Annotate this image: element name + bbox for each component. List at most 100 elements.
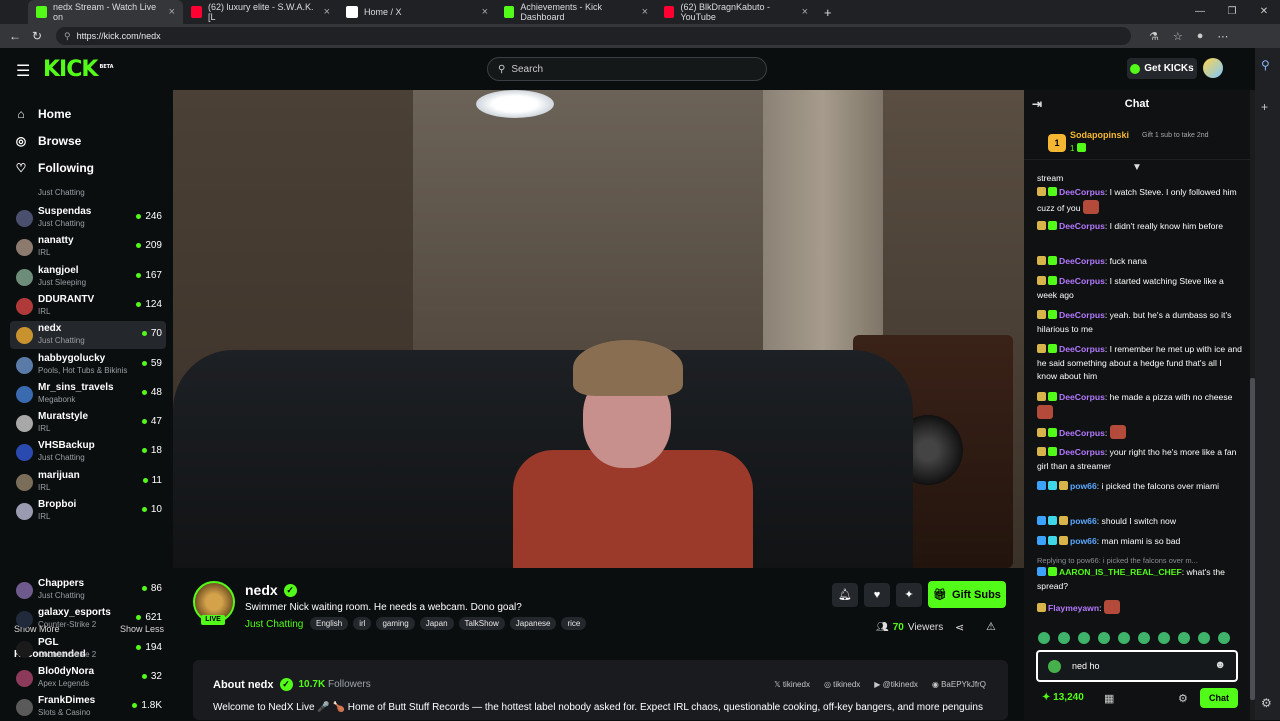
reload-icon[interactable]: ↻ — [26, 29, 48, 43]
emote-icon[interactable] — [1078, 632, 1090, 644]
chat-input[interactable]: ned ho ☻ — [1036, 650, 1238, 682]
sidebar-channel[interactable]: nedx Just Chatting 70 — [10, 321, 166, 350]
sidebar-channel[interactable]: kangjoel Just Sleeping 167 — [10, 263, 166, 291]
close-tab-icon[interactable]: × — [482, 6, 488, 18]
nav-browse[interactable]: ◎ Browse — [14, 127, 172, 154]
stream-tag[interactable]: irl — [353, 617, 372, 630]
emote-picker-icon[interactable] — [1048, 660, 1061, 673]
minimize-icon[interactable]: — — [1184, 0, 1216, 24]
emote-icon[interactable] — [1098, 632, 1110, 644]
chat-username[interactable]: DeeCorpus — [1059, 428, 1105, 438]
emote-icon[interactable] — [1218, 632, 1230, 644]
chat-username[interactable]: DeeCorpus — [1059, 392, 1105, 402]
sidebar-channel[interactable]: Mr_sins_travels Megabonk 48 — [10, 380, 166, 408]
get-kicks-button[interactable]: Get KICKs — [1127, 58, 1197, 79]
sidebar-channel[interactable]: nanatty IRL 209 — [10, 233, 166, 261]
report-icon[interactable]: ⚠ — [986, 620, 996, 633]
sidebar-channel[interactable]: DDURANTV IRL 124 — [10, 292, 166, 320]
browser-tab[interactable]: Home / X × — [338, 0, 496, 24]
extensions-icon[interactable]: ⚗ — [1149, 30, 1159, 43]
gift-subs-button[interactable]: 🎁︎ Gift Subs — [928, 581, 1006, 608]
close-window-icon[interactable]: ✕ — [1248, 0, 1280, 24]
chat-username[interactable]: pow66 — [1070, 516, 1097, 526]
sidebar-channel[interactable]: galaxy_esports Counter-Strike 2 621 — [10, 605, 166, 633]
video-player[interactable] — [173, 90, 1024, 568]
browser-tab[interactable]: nedx Stream - Watch Live on × — [28, 0, 183, 24]
menu-hamburger-icon[interactable]: ☰ — [16, 61, 30, 81]
sidebar-channel[interactable]: Chappers Just Chatting 86 — [10, 576, 166, 604]
browser-tab[interactable]: (62) BlkDragnKabuto - YouTube × — [656, 0, 816, 24]
x-social-link[interactable]: 𝕏 tikinedx — [774, 680, 810, 689]
nav-following[interactable]: ♡ Following — [14, 154, 172, 181]
kicks-balance[interactable]: ✦ 13,240 — [1042, 692, 1084, 703]
emoji-icon[interactable]: ☻ — [1214, 659, 1226, 671]
chat-username[interactable]: pow66 — [1070, 481, 1097, 491]
search-input[interactable]: ⚲ Search — [487, 57, 767, 81]
gift-leaderboard[interactable]: 1 Sodapopinski 1 Gift 1 sub to take 2nd — [1024, 120, 1250, 160]
chat-username[interactable]: AARON_IS_THE_REAL_CHEF — [1059, 567, 1182, 577]
emote-icon[interactable] — [1158, 632, 1170, 644]
emote-icon[interactable] — [1118, 632, 1130, 644]
close-tab-icon[interactable]: × — [169, 6, 175, 18]
sidebar-channel[interactable]: VHSBackup Just Chatting 18 — [10, 438, 166, 466]
close-tab-icon[interactable]: × — [642, 6, 648, 18]
sidebar-channel[interactable]: Bropboi IRL 10 — [10, 497, 166, 525]
close-tab-icon[interactable]: × — [802, 6, 808, 18]
sidebar-channel[interactable]: Muratstyle IRL 47 — [10, 409, 166, 437]
emote-icon[interactable] — [1058, 632, 1070, 644]
follow-heart-button[interactable]: ♥ — [864, 583, 890, 607]
chat-username[interactable]: pow66 — [1070, 536, 1097, 546]
new-tab-button[interactable]: + — [816, 0, 840, 24]
chat-username[interactable]: DeeCorpus — [1059, 310, 1105, 320]
emote-icon[interactable] — [1198, 632, 1210, 644]
emote-icon[interactable] — [1178, 632, 1190, 644]
emote-icon[interactable] — [1038, 632, 1050, 644]
menu-icon[interactable]: ⋯ — [1217, 30, 1228, 43]
url-field[interactable]: ⚲ https://kick.com/nedx — [56, 27, 1131, 45]
profile-icon[interactable]: ● — [1197, 30, 1204, 43]
stream-tag[interactable]: gaming — [376, 617, 415, 630]
sidebar-channel[interactable]: PGL Counter-Strike 2 194 — [10, 635, 166, 663]
chat-username[interactable]: DeeCorpus — [1059, 221, 1105, 231]
site-info-icon[interactable]: ⚲ — [64, 31, 71, 42]
chat-username[interactable]: DeeCorpus — [1059, 187, 1105, 197]
chat-username[interactable]: DeeCorpus — [1059, 344, 1105, 354]
add-sidebar-icon[interactable]: + — [1261, 100, 1268, 114]
stream-tag[interactable]: English — [310, 617, 349, 630]
browser-tab[interactable]: Achievements - Kick Dashboard × — [496, 0, 656, 24]
emote-icon[interactable] — [1138, 632, 1150, 644]
maximize-icon[interactable]: ❐ — [1216, 0, 1248, 24]
share-icon[interactable]: ⋖ — [955, 621, 964, 634]
favorites-icon[interactable]: ☆ — [1173, 30, 1183, 43]
sidebar-channel[interactable]: Blo0dyNora Apex Legends 32 — [10, 664, 166, 692]
following-channel-partial[interactable]: Just Chatting — [10, 184, 166, 198]
settings-gear-icon[interactable]: ⚙ — [1178, 692, 1188, 705]
collapse-chat-icon[interactable]: ⇥ — [1032, 90, 1042, 118]
kick-logo[interactable]: KICK BETA — [43, 57, 114, 82]
stream-tag[interactable]: Japanese — [509, 617, 557, 630]
reply-context[interactable]: Replying to pow66: i picked the falcons … — [1037, 556, 1243, 565]
chat-username[interactable]: Flaymeyawn — [1048, 603, 1099, 613]
stream-tag[interactable]: TalkShow — [458, 617, 505, 630]
search-sidebar-icon[interactable]: ⚲ — [1261, 58, 1270, 72]
streamer-name[interactable]: nedx — [245, 582, 278, 598]
chat-username[interactable]: DeeCorpus — [1059, 447, 1105, 457]
chat-username[interactable]: DeeCorpus — [1059, 276, 1105, 286]
sidebar-channel[interactable]: marijuan IRL 11 — [10, 468, 166, 496]
youtube-social-link[interactable]: ▶ @tikinedx — [874, 680, 918, 689]
settings-icon[interactable]: ⚙ — [1261, 696, 1272, 710]
sidebar-channel[interactable]: Suspendas Just Chatting 246 — [10, 204, 166, 232]
nav-home[interactable]: ⌂ Home — [14, 100, 172, 127]
stream-category-link[interactable]: Just Chatting — [245, 619, 303, 630]
chat-username[interactable]: DeeCorpus — [1059, 256, 1105, 266]
instagram-social-link[interactable]: ◎ tikinedx — [824, 680, 860, 689]
sidebar-channel[interactable]: FrankDimes Slots & Casino 1.8K — [10, 693, 166, 721]
close-tab-icon[interactable]: × — [324, 6, 330, 18]
sparkle-button[interactable]: ✦ — [896, 583, 922, 607]
browser-tab[interactable]: (62) luxury elite - S.W.A.K. [L × — [183, 0, 338, 24]
notification-bell-button[interactable]: 🔔︎ — [832, 583, 858, 607]
chat-send-button[interactable]: Chat — [1200, 688, 1238, 708]
user-avatar[interactable] — [1203, 58, 1223, 78]
stream-tag[interactable]: Japan — [419, 617, 454, 630]
calendar-icon[interactable]: ▦ — [1104, 692, 1114, 705]
